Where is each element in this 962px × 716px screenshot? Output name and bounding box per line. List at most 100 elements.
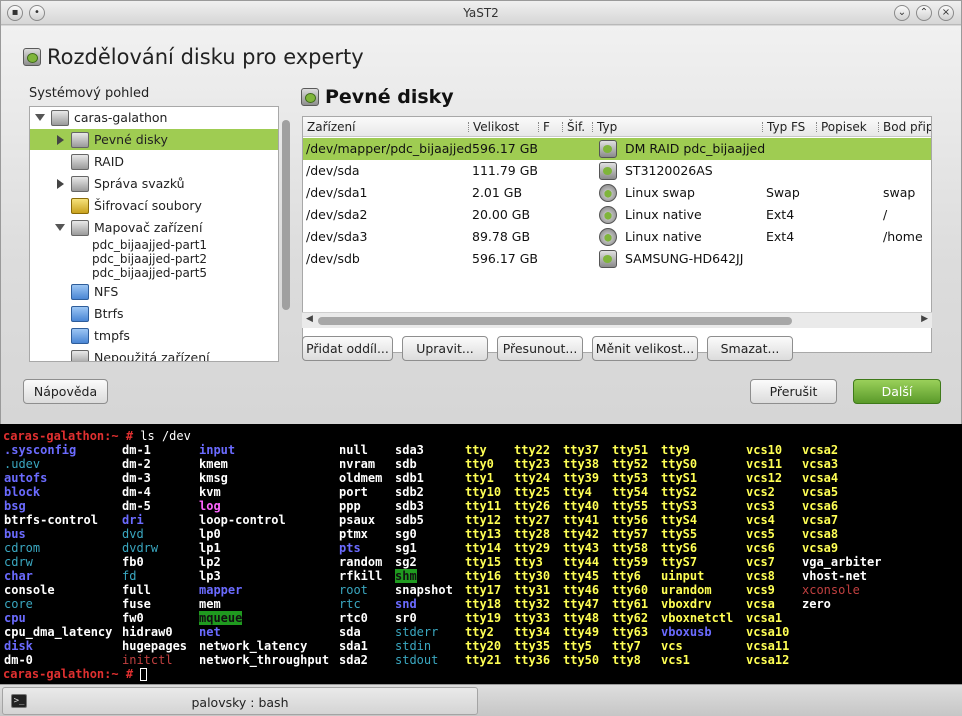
title-bar: ▪ • YaST2 ⌄ ⌃ × xyxy=(1,1,961,25)
chevron-down-icon: ⌄ xyxy=(897,7,907,18)
terminal-entry: tty1 xyxy=(465,471,494,485)
tree-item[interactable]: Správa svazků xyxy=(30,173,278,194)
terminal-tab[interactable]: >_ palovsky : bash xyxy=(2,687,478,715)
tree-item[interactable]: NFS xyxy=(30,281,278,302)
minimize-button[interactable]: ⌄ xyxy=(894,5,910,21)
terminal-input-line[interactable]: caras-galathon:~ # xyxy=(3,667,148,681)
terminal-entry: vcs1 xyxy=(661,653,690,667)
next-button[interactable]: Další xyxy=(853,379,941,404)
yast-window: ▪ • YaST2 ⌄ ⌃ × Rozdělování disku pro ex… xyxy=(0,0,962,424)
harddisk-icon xyxy=(71,131,89,148)
terminal-entry: ttyS1 xyxy=(661,471,698,485)
tree-item-label: Mapovač zařízení xyxy=(94,220,203,235)
abort-button[interactable]: Přerušit xyxy=(750,379,837,404)
terminal-cursor xyxy=(140,668,148,681)
terminal-entry: dm-1 xyxy=(122,443,151,457)
terminal-entry: ttyS2 xyxy=(661,485,698,499)
tree-item[interactable]: Btrfs xyxy=(30,303,278,324)
terminal-entry: tty34 xyxy=(514,625,551,639)
terminal-entry: input xyxy=(199,443,236,457)
terminal-entry: tty20 xyxy=(465,639,502,653)
terminal-entry: xconsole xyxy=(802,583,860,597)
terminal-entry: sg0 xyxy=(395,527,417,541)
resize-button[interactable]: Měnit velikost... xyxy=(592,336,698,361)
column-header[interactable]: F xyxy=(543,120,550,134)
terminal-entry: tty35 xyxy=(514,639,551,653)
close-icon: × xyxy=(941,7,951,18)
tree-item[interactable]: RAID xyxy=(30,151,278,172)
column-separator[interactable] xyxy=(816,122,818,132)
scroll-right-icon[interactable]: ▶ xyxy=(921,314,928,324)
column-header[interactable]: Bod připojení xyxy=(883,120,931,134)
column-header[interactable]: Šif. xyxy=(567,120,585,134)
column-header[interactable]: Typ xyxy=(597,120,617,134)
tree-item-label: tmpfs xyxy=(94,328,130,343)
terminal-entry: dm-4 xyxy=(122,485,151,499)
table-row[interactable]: /dev/sda3 89.78 GB Linux native Ext4/home xyxy=(303,226,931,248)
tree-item[interactable]: pdc_bijaajjed-part2 xyxy=(30,252,278,266)
column-separator[interactable] xyxy=(538,122,540,132)
column-header[interactable]: Zařízení xyxy=(307,120,355,134)
column-separator[interactable] xyxy=(562,122,564,132)
tree-item[interactable]: pdc_bijaajjed-part5 xyxy=(30,266,278,280)
terminal-entry: bus xyxy=(4,527,26,541)
terminal-command: ls /dev xyxy=(133,429,191,443)
move-button[interactable]: Přesunout... xyxy=(497,336,583,361)
terminal-entry: vcs xyxy=(661,639,683,653)
close-button[interactable]: × xyxy=(938,5,954,21)
column-separator[interactable] xyxy=(468,122,470,132)
chevron-up-icon: ⌃ xyxy=(919,7,929,18)
tree-item[interactable]: pdc_bijaajjed-part1 xyxy=(30,238,278,252)
terminal-entry: sdb2 xyxy=(395,485,424,499)
terminal-entry: tty16 xyxy=(465,569,502,583)
help-button[interactable]: Nápověda xyxy=(23,379,108,404)
edit-button[interactable]: Upravit... xyxy=(402,336,488,361)
terminal-entry: fw0 xyxy=(122,611,144,625)
table-horizontal-scrollbar[interactable]: ◀ ▶ xyxy=(302,312,932,328)
tree-scrollbar[interactable] xyxy=(280,106,292,386)
terminal[interactable]: caras-galathon:~ # ls /dev .sysconfig .ude… xyxy=(0,424,962,684)
collapse-arrow-icon[interactable] xyxy=(56,178,64,189)
delete-button[interactable]: Smazat... xyxy=(707,336,793,361)
terminal-entry: tty31 xyxy=(514,583,551,597)
column-separator[interactable] xyxy=(878,122,880,132)
terminal-entry: dvd xyxy=(122,527,144,541)
tree-item[interactable]: Mapovač zařízení xyxy=(30,217,278,238)
system-view-tree[interactable]: caras-galathon Pevné disky RAID Správa svaz… xyxy=(29,106,279,362)
column-separator[interactable] xyxy=(762,122,764,132)
terminal-entry: tty4 xyxy=(563,485,592,499)
terminal-entry: sda1 xyxy=(339,639,368,653)
tree-item[interactable]: caras-galathon xyxy=(30,107,278,128)
device-icon xyxy=(71,219,89,236)
expand-arrow-icon[interactable] xyxy=(55,224,65,231)
page-title-text: Rozdělování disku pro experty xyxy=(47,45,364,69)
tree-item[interactable]: Šifrovací soubory xyxy=(30,195,278,216)
table-row[interactable]: /dev/sda1 2.01 GB Linux swap Swap swap xyxy=(303,182,931,204)
terminal-entry: btrfs-control xyxy=(4,513,98,527)
scroll-left-icon[interactable]: ◀ xyxy=(306,314,313,324)
column-separator[interactable] xyxy=(592,122,594,132)
tree-item[interactable]: tmpfs xyxy=(30,325,278,346)
table-row[interactable]: /dev/sdb 596.17 GB SAMSUNG-HD642JJ xyxy=(303,248,931,270)
table-row[interactable]: /dev/sda2 20.00 GB Linux native Ext4 / xyxy=(303,204,931,226)
table-scrollbar-thumb[interactable] xyxy=(318,317,792,325)
terminal-entry: tty17 xyxy=(465,583,502,597)
table-row[interactable]: /dev/sda 111.79 GB ST3120026AS xyxy=(303,160,931,182)
tree-item[interactable]: Nepoužitá zařízení xyxy=(30,347,278,361)
column-header[interactable]: Typ FS xyxy=(767,120,805,134)
terminal-entry: dvdrw xyxy=(122,541,159,555)
table-row[interactable]: /dev/mapper/pdc_bijaajjed 596.17 GB DM RAI… xyxy=(303,138,931,160)
add-partition-button[interactable]: Přidat oddíl... xyxy=(302,336,393,361)
main-content: Rozdělování disku pro experty Systémový … xyxy=(1,26,961,424)
column-header[interactable]: Velikost xyxy=(473,120,519,134)
terminal-entry: psaux xyxy=(339,513,376,527)
terminal-entry: tty26 xyxy=(514,499,551,513)
collapse-arrow-icon[interactable] xyxy=(56,134,64,145)
tree-item[interactable]: Pevné disky xyxy=(30,129,278,150)
maximize-button[interactable]: ⌃ xyxy=(916,5,932,21)
device-icon xyxy=(71,349,89,361)
tree-scrollbar-thumb[interactable] xyxy=(282,120,290,310)
column-header[interactable]: Popisek xyxy=(821,120,867,134)
expand-arrow-icon[interactable] xyxy=(35,114,45,121)
disk-icon xyxy=(599,162,617,180)
